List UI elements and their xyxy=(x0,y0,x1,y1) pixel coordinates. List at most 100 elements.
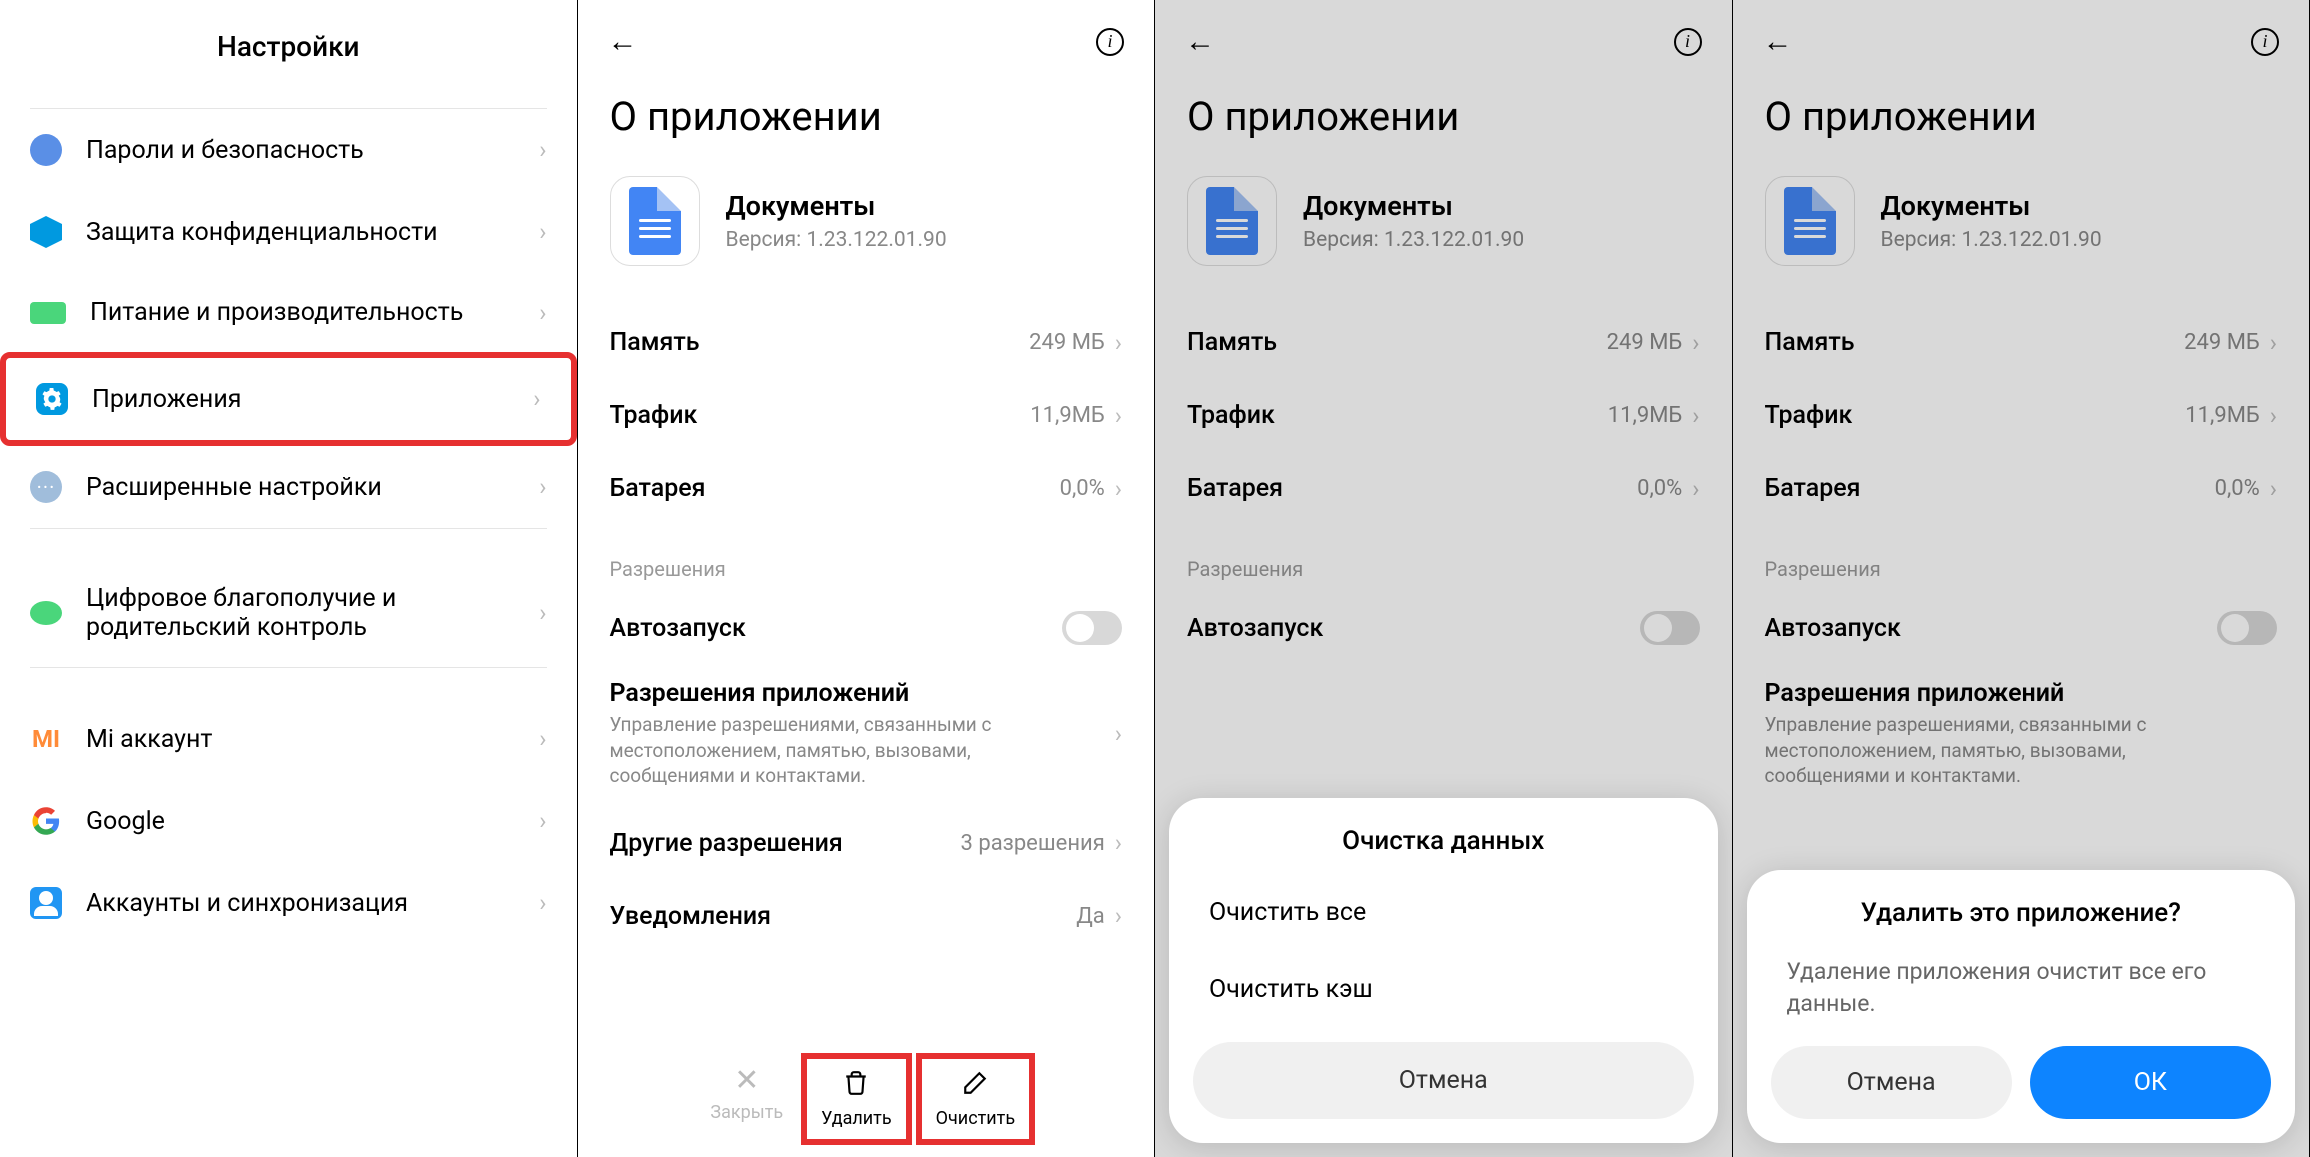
page-title: О приложении xyxy=(1733,73,2310,176)
settings-item-label: Пароли и безопасность xyxy=(86,136,539,165)
permissions-title: Разрешения приложений xyxy=(1765,679,2278,708)
settings-item-label: Аккаунты и синхронизация xyxy=(86,889,539,918)
app-version: Версия: 1.23.122.01.90 xyxy=(1881,228,2102,252)
permissions-desc: Управление разрешениями, связанными с ме… xyxy=(1765,712,2205,789)
traffic-row[interactable]: Трафик 11,9МБ › xyxy=(1733,379,2310,452)
battery-row[interactable]: Батарея 0,0% › xyxy=(1733,452,2310,525)
chevron-right-icon: › xyxy=(1115,329,1122,357)
info-icon[interactable]: i xyxy=(1674,28,1702,56)
memory-value: 249 МБ xyxy=(1607,330,1683,355)
ok-button[interactable]: ОК xyxy=(2030,1046,2271,1119)
traffic-label: Трафик xyxy=(1765,401,1853,430)
chevron-right-icon: › xyxy=(1692,329,1699,357)
chevron-right-icon: › xyxy=(2270,475,2277,503)
autostart-toggle[interactable] xyxy=(1640,611,1700,645)
page-title: О приложении xyxy=(1155,73,1732,176)
info-icon[interactable]: i xyxy=(2251,28,2279,56)
settings-item-label: Питание и производительность xyxy=(90,298,539,327)
battery-value: 0,0% xyxy=(1060,476,1105,501)
battery-label: Батарея xyxy=(1765,474,1861,503)
autostart-toggle[interactable] xyxy=(1062,611,1122,645)
chevron-right-icon: › xyxy=(1115,402,1122,430)
bottom-action-bar: ✕ Закрыть Удалить Очистить xyxy=(578,1041,1155,1157)
app-icon xyxy=(610,176,700,266)
traffic-row[interactable]: Трафик 11,9МБ› xyxy=(1155,379,1732,452)
settings-item-label: Цифровое благополучие и родительский кон… xyxy=(86,584,539,642)
cancel-button[interactable]: Отмена xyxy=(1193,1042,1694,1119)
back-icon[interactable]: ← xyxy=(1185,24,1215,59)
cancel-button[interactable]: Отмена xyxy=(1771,1046,2012,1119)
app-icon xyxy=(1765,176,1855,266)
autostart-toggle[interactable] xyxy=(2217,611,2277,645)
autostart-row: Автозапуск xyxy=(1733,589,2310,667)
settings-item-power[interactable]: Питание и производительность › xyxy=(0,273,577,352)
close-button[interactable]: ✕ Закрыть xyxy=(696,1053,797,1145)
memory-row[interactable]: Память 249 МБ› xyxy=(1733,306,2310,379)
app-card: Документы Версия: 1.23.122.01.90 xyxy=(1155,176,1732,306)
app-info-screen: ← i О приложении Документы Версия: 1.23.… xyxy=(578,0,1156,1157)
clear-button[interactable]: Очистить xyxy=(916,1053,1035,1145)
traffic-label: Трафик xyxy=(1187,401,1275,430)
chevron-right-icon: › xyxy=(539,807,546,835)
fingerprint-icon xyxy=(30,134,62,166)
app-header: ← i xyxy=(1733,0,2310,73)
settings-item-mi-account[interactable]: MI Mi аккаунт › xyxy=(0,698,577,780)
battery-value: 0,0% xyxy=(2215,476,2260,501)
settings-item-apps[interactable]: Приложения › xyxy=(0,352,577,446)
autostart-label: Автозапуск xyxy=(1765,614,1901,643)
chevron-right-icon: › xyxy=(533,385,540,413)
clear-cache-option[interactable]: Очистить кэш xyxy=(1193,951,1694,1028)
traffic-row[interactable]: Трафик 11,9МБ› xyxy=(578,379,1155,452)
permissions-section-header: Разрешения xyxy=(1733,525,2310,589)
settings-item-label: Mi аккаунт xyxy=(86,725,539,754)
app-header: ← i xyxy=(578,0,1155,73)
chevron-right-icon: › xyxy=(1115,902,1122,930)
chevron-right-icon: › xyxy=(539,889,546,917)
app-card: Документы Версия: 1.23.122.01.90 xyxy=(578,176,1155,306)
clear-data-dialog-screen: ← i О приложении Документы Версия: 1.23.… xyxy=(1155,0,1733,1157)
back-icon[interactable]: ← xyxy=(608,24,638,59)
notifications-row[interactable]: Уведомления Да› xyxy=(578,880,1155,953)
battery-value: 0,0% xyxy=(1637,476,1682,501)
close-label: Закрыть xyxy=(710,1102,783,1123)
app-header: ← i xyxy=(1155,0,1732,73)
info-icon[interactable]: i xyxy=(1096,28,1124,56)
chevron-right-icon: › xyxy=(1692,402,1699,430)
chevron-right-icon: › xyxy=(2270,402,2277,430)
app-permissions-row[interactable]: Разрешения приложений Управление разреше… xyxy=(1733,667,2310,807)
battery-label: Батарея xyxy=(610,474,706,503)
autostart-row: Автозапуск xyxy=(578,589,1155,667)
battery-icon xyxy=(30,302,66,324)
chevron-right-icon: › xyxy=(539,725,546,753)
page-title: О приложении xyxy=(578,73,1155,176)
autostart-label: Автозапуск xyxy=(1187,614,1323,643)
dialog-title: Очистка данных xyxy=(1193,826,1694,856)
delete-button[interactable]: Удалить xyxy=(801,1053,911,1145)
settings-item-privacy[interactable]: Защита конфиденциальности › xyxy=(0,191,577,273)
battery-row[interactable]: Батарея 0,0%› xyxy=(1155,452,1732,525)
notifications-value: Да xyxy=(1076,904,1105,929)
settings-item-wellbeing[interactable]: Цифровое благополучие и родительский кон… xyxy=(0,559,577,667)
back-icon[interactable]: ← xyxy=(1763,24,1793,59)
app-permissions-row[interactable]: Разрешения приложений Управление разреше… xyxy=(578,667,1155,807)
traffic-value: 11,9МБ xyxy=(2185,403,2260,428)
shield-icon xyxy=(30,216,62,248)
settings-item-advanced[interactable]: ··· Расширенные настройки › xyxy=(0,446,577,528)
settings-item-google[interactable]: Google › xyxy=(0,780,577,862)
dialog-title: Удалить это приложение? xyxy=(1771,898,2272,928)
clear-all-option[interactable]: Очистить все xyxy=(1193,874,1694,951)
memory-row[interactable]: Память 249 МБ› xyxy=(1155,306,1732,379)
app-name: Документы xyxy=(1303,190,1524,222)
chevron-right-icon: › xyxy=(1692,475,1699,503)
traffic-label: Трафик xyxy=(610,401,698,430)
other-permissions-row[interactable]: Другие разрешения 3 разрешения› xyxy=(578,807,1155,880)
battery-row[interactable]: Батарея 0,0%› xyxy=(578,452,1155,525)
app-version: Версия: 1.23.122.01.90 xyxy=(1303,228,1524,252)
chevron-right-icon: › xyxy=(539,599,546,627)
memory-value: 249 МБ xyxy=(2184,330,2260,355)
settings-item-security[interactable]: Пароли и безопасность › xyxy=(0,109,577,191)
settings-item-accounts-sync[interactable]: Аккаунты и синхронизация › xyxy=(0,862,577,944)
memory-value: 249 МБ xyxy=(1029,330,1105,355)
settings-item-label: Приложения xyxy=(92,385,533,414)
memory-row[interactable]: Память 249 МБ› xyxy=(578,306,1155,379)
